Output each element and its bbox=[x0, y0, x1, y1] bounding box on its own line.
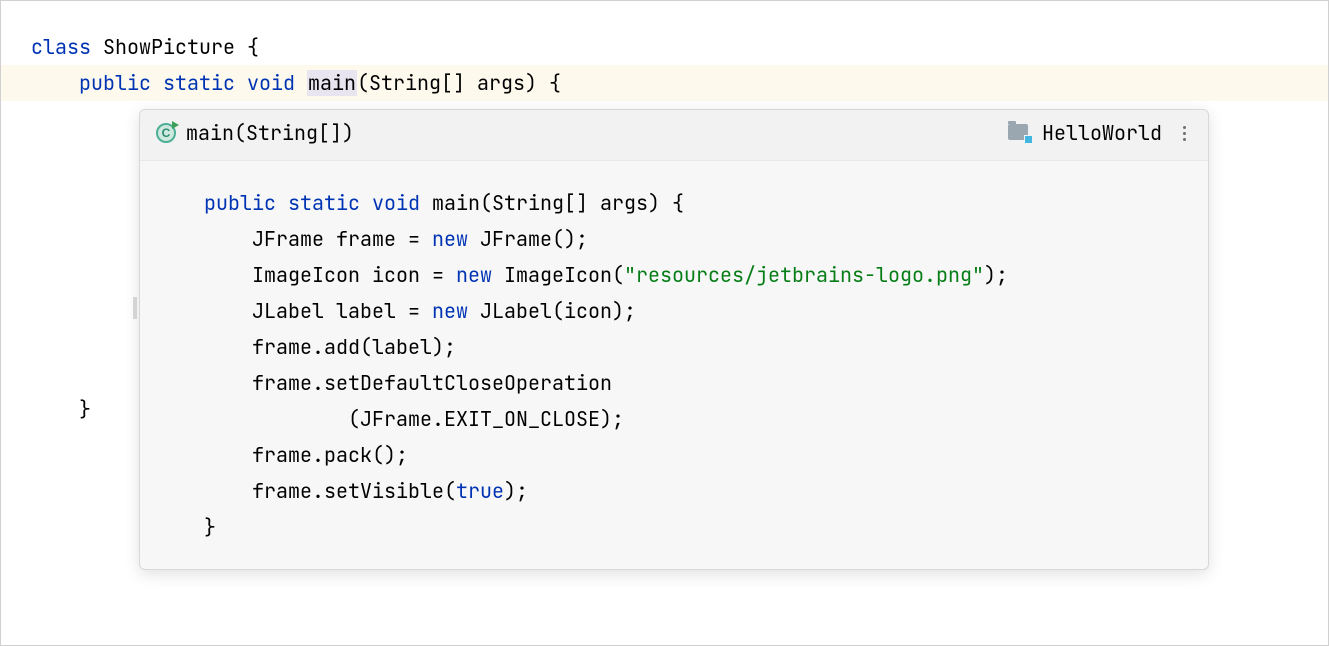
more-options-icon[interactable] bbox=[1174, 123, 1194, 143]
popup-code-line[interactable]: public static void main(String[] args) { bbox=[156, 185, 1208, 221]
keyword-class: class bbox=[31, 34, 91, 60]
popup-code-line[interactable]: frame.pack(); bbox=[156, 437, 1208, 473]
popup-header-right: HelloWorld bbox=[1008, 120, 1194, 146]
popup-body[interactable]: public static void main(String[] args) {… bbox=[140, 161, 1208, 569]
class-name: ShowPicture bbox=[91, 34, 247, 60]
popup-code-line[interactable]: ImageIcon icon = new ImageIcon("resource… bbox=[156, 257, 1208, 293]
code-line-2[interactable]: public static void main(String[] args) { bbox=[1, 65, 1328, 101]
keyword-static: static bbox=[288, 190, 360, 216]
gutter-marker bbox=[133, 297, 137, 319]
keyword-public: public bbox=[79, 70, 151, 96]
context-module-name: HelloWorld bbox=[1042, 120, 1162, 146]
popup-code-line[interactable]: } bbox=[156, 509, 1208, 545]
runnable-class-icon bbox=[156, 123, 176, 143]
string-literal: "resources/jetbrains-logo.png" bbox=[624, 262, 984, 288]
brace-close: } bbox=[204, 514, 216, 540]
popup-header-left: main(String[]) bbox=[156, 120, 354, 146]
keyword-static: static bbox=[163, 70, 235, 96]
keyword-void: void bbox=[247, 70, 295, 96]
code-line-1[interactable]: class ShowPicture { bbox=[1, 29, 1328, 65]
brace-close: } bbox=[79, 396, 91, 422]
keyword-new: new bbox=[456, 262, 492, 288]
popup-code-line[interactable]: JFrame frame = new JFrame(); bbox=[156, 221, 1208, 257]
method-params: (String[] args) { bbox=[357, 70, 561, 96]
keyword-new: new bbox=[432, 226, 468, 252]
popup-code-line[interactable]: (JFrame.EXIT_ON_CLOSE); bbox=[156, 401, 1208, 437]
popup-title: main(String[]) bbox=[186, 120, 354, 146]
method-name-highlighted: main bbox=[307, 70, 357, 96]
keyword-void: void bbox=[372, 190, 420, 216]
popup-code-line[interactable]: frame.setVisible(true); bbox=[156, 473, 1208, 509]
keyword-true: true bbox=[456, 478, 504, 504]
keyword-public: public bbox=[204, 190, 276, 216]
popup-code-line[interactable]: frame.add(label); bbox=[156, 329, 1208, 365]
popup-code-line[interactable]: JLabel label = new JLabel(icon); bbox=[156, 293, 1208, 329]
brace-open: { bbox=[247, 34, 259, 60]
usage-preview-popup: main(String[]) HelloWorld public static … bbox=[139, 109, 1209, 570]
popup-code-line[interactable]: frame.setDefaultCloseOperation bbox=[156, 365, 1208, 401]
keyword-new: new bbox=[432, 298, 468, 324]
popup-header: main(String[]) HelloWorld bbox=[140, 110, 1208, 161]
module-icon bbox=[1008, 124, 1030, 142]
